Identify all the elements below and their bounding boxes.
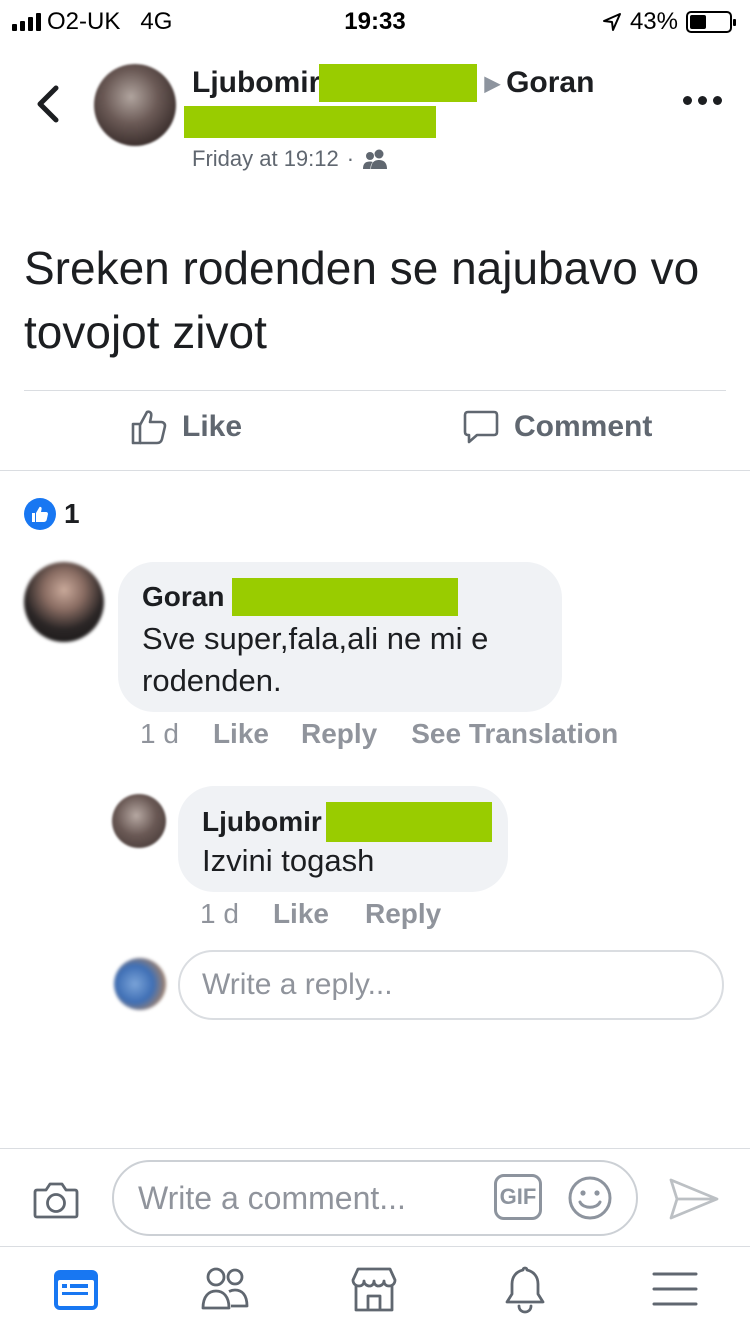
news-feed-icon[interactable] bbox=[51, 1264, 101, 1314]
post-meta: Friday at 19:12 · bbox=[192, 146, 388, 172]
reaction-count: 1 bbox=[64, 498, 80, 529]
divider bbox=[24, 390, 726, 391]
comment-like-button[interactable]: Like bbox=[213, 718, 269, 750]
comment-button[interactable]: Comment bbox=[462, 408, 652, 446]
post-body: Sreken rodenden se najubavo vo tovojot z… bbox=[24, 242, 700, 358]
reply-like-button[interactable]: Like bbox=[273, 898, 329, 930]
friends-tab-icon[interactable] bbox=[200, 1264, 250, 1314]
comment-input[interactable]: Write a comment... bbox=[112, 1160, 638, 1236]
post-author-avatar[interactable] bbox=[94, 64, 176, 146]
comment-bubble: Goran Sve super,fala,ali ne mi e rodende… bbox=[118, 562, 562, 712]
notifications-bell-icon[interactable] bbox=[500, 1264, 550, 1314]
redaction-block bbox=[232, 578, 459, 616]
gif-label: GIF bbox=[499, 1184, 537, 1209]
comment-actions: 1 d Like Reply See Translation bbox=[140, 718, 618, 750]
reply-text: Izvini togash bbox=[202, 843, 375, 878]
post-timestamp[interactable]: Friday at 19:12 bbox=[192, 146, 339, 172]
post-author-line: Ljubomir S ▶ Goran bbox=[192, 64, 594, 102]
comment-time[interactable]: 1 d bbox=[140, 718, 179, 750]
battery-percent: 43% bbox=[629, 8, 678, 35]
reply-bubble: Ljubomir Izvini togash bbox=[178, 786, 508, 892]
status-bar: O2-UK 4G 19:33 43% bbox=[0, 0, 750, 44]
battery-icon bbox=[686, 11, 736, 33]
comment-input-placeholder: Write a comment... bbox=[138, 1179, 406, 1216]
meta-separator: · bbox=[346, 146, 355, 171]
divider bbox=[0, 470, 750, 471]
more-options-icon[interactable] bbox=[683, 96, 722, 105]
emoji-smile-icon[interactable] bbox=[566, 1174, 614, 1222]
see-translation-link[interactable]: See Translation bbox=[411, 718, 618, 750]
comment-button-label: Comment bbox=[514, 410, 653, 443]
commenter-avatar[interactable] bbox=[24, 562, 104, 642]
post-target-name[interactable]: Goran bbox=[506, 66, 594, 100]
gif-button[interactable]: GIF bbox=[494, 1174, 542, 1220]
comment-text: Sve super,fala,ali ne mi e rodenden. bbox=[142, 621, 489, 698]
divider bbox=[0, 1148, 750, 1149]
send-icon[interactable] bbox=[668, 1176, 720, 1222]
current-user-avatar bbox=[114, 958, 166, 1010]
reply-input-placeholder: Write a reply... bbox=[202, 968, 393, 1001]
marketplace-icon[interactable] bbox=[349, 1264, 399, 1314]
comment-author[interactable]: Goran bbox=[142, 578, 459, 616]
location-arrow-icon bbox=[602, 13, 621, 31]
redaction-block bbox=[184, 106, 436, 138]
comment-bubble-icon bbox=[463, 410, 499, 444]
divider bbox=[0, 1246, 750, 1247]
post-target-arrow: ▶ bbox=[484, 72, 501, 95]
reply-author-avatar[interactable] bbox=[112, 794, 166, 848]
thumbs-up-icon bbox=[131, 410, 167, 445]
redaction-block bbox=[325, 802, 492, 842]
back-chevron-icon[interactable] bbox=[30, 82, 66, 126]
reply-author-name: Ljubomir bbox=[202, 806, 322, 837]
like-button-label: Like bbox=[182, 410, 243, 443]
reply-input[interactable]: Write a reply... bbox=[178, 950, 724, 1020]
like-reaction-icon bbox=[24, 498, 56, 530]
comment-reply-button[interactable]: Reply bbox=[301, 718, 377, 750]
reply-actions: 1 d Like Reply bbox=[200, 898, 441, 930]
reply-author[interactable]: Ljubomir bbox=[202, 802, 492, 842]
reaction-summary[interactable]: 1 bbox=[24, 498, 80, 530]
reply-reply-button[interactable]: Reply bbox=[365, 898, 441, 930]
menu-hamburger-icon[interactable] bbox=[650, 1264, 700, 1314]
like-button[interactable]: Like bbox=[130, 408, 242, 446]
camera-icon[interactable] bbox=[32, 1176, 80, 1224]
comment-author-name: Goran bbox=[142, 581, 225, 612]
redaction-block bbox=[318, 64, 477, 102]
reply-time[interactable]: 1 d bbox=[200, 898, 239, 930]
friends-audience-icon bbox=[363, 149, 388, 169]
